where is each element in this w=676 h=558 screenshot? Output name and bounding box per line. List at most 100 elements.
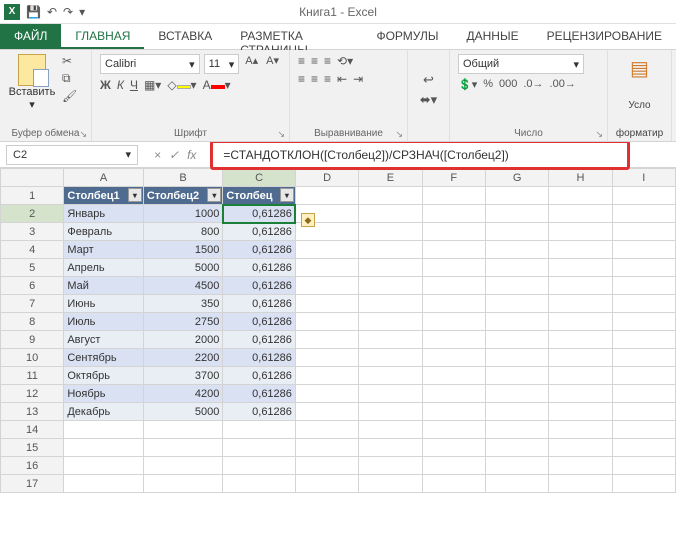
- cell[interactable]: [422, 259, 485, 277]
- cell[interactable]: [485, 331, 548, 349]
- cell[interactable]: 4500: [143, 277, 223, 295]
- cell[interactable]: 2000: [143, 331, 223, 349]
- cell[interactable]: [485, 241, 548, 259]
- cell[interactable]: 4200: [143, 385, 223, 403]
- cell[interactable]: [295, 457, 358, 475]
- merge-center-icon[interactable]: ⬌▾: [420, 92, 437, 108]
- row-header[interactable]: 10: [1, 349, 64, 367]
- row-header[interactable]: 8: [1, 313, 64, 331]
- cell[interactable]: [359, 223, 422, 241]
- cell[interactable]: 0,61286: [223, 295, 296, 313]
- cell[interactable]: 0,61286: [223, 349, 296, 367]
- cell[interactable]: [359, 349, 422, 367]
- cell[interactable]: [359, 331, 422, 349]
- cell[interactable]: [612, 439, 675, 457]
- paste-dropdown-icon[interactable]: ▾: [29, 98, 35, 111]
- row-header[interactable]: 11: [1, 367, 64, 385]
- number-launcher-icon[interactable]: ↘: [595, 129, 603, 140]
- cell[interactable]: [359, 421, 422, 439]
- cell[interactable]: [295, 421, 358, 439]
- cell[interactable]: 800: [143, 223, 223, 241]
- cell[interactable]: [422, 349, 485, 367]
- comma-format-icon[interactable]: 000: [499, 78, 517, 91]
- cell[interactable]: [295, 367, 358, 385]
- cell[interactable]: [612, 403, 675, 421]
- cell[interactable]: [612, 475, 675, 493]
- cell[interactable]: [223, 439, 296, 457]
- col-header-A[interactable]: A: [64, 169, 144, 187]
- selected-cell[interactable]: 0,61286: [223, 205, 296, 223]
- cell[interactable]: Декабрь: [64, 403, 144, 421]
- enter-formula-icon[interactable]: ✓: [169, 148, 179, 162]
- smart-tag-icon[interactable]: ◆: [301, 213, 315, 227]
- tab-formulas[interactable]: ФОРМУЛЫ: [362, 24, 452, 49]
- cell[interactable]: [295, 313, 358, 331]
- cell[interactable]: [64, 439, 144, 457]
- cell[interactable]: [64, 457, 144, 475]
- cell[interactable]: [422, 457, 485, 475]
- copy-icon[interactable]: ⧉: [62, 71, 77, 86]
- indent-increase-icon[interactable]: ⇥: [353, 72, 363, 86]
- cell[interactable]: Июнь: [64, 295, 144, 313]
- cell[interactable]: [549, 457, 612, 475]
- cell[interactable]: [143, 475, 223, 493]
- cell[interactable]: [485, 385, 548, 403]
- cell[interactable]: [612, 421, 675, 439]
- cell[interactable]: [612, 187, 675, 205]
- cell[interactable]: [549, 295, 612, 313]
- cell[interactable]: [485, 439, 548, 457]
- row-header[interactable]: 14: [1, 421, 64, 439]
- cell[interactable]: [485, 223, 548, 241]
- cell[interactable]: 0,61286: [223, 241, 296, 259]
- conditional-formatting-icon[interactable]: ▤: [626, 54, 654, 82]
- cell[interactable]: [422, 439, 485, 457]
- row-header[interactable]: 12: [1, 385, 64, 403]
- accounting-format-icon[interactable]: 💲▾: [458, 78, 477, 91]
- cell[interactable]: Апрель: [64, 259, 144, 277]
- underline-button[interactable]: Ч: [130, 78, 138, 92]
- row-header[interactable]: 1: [1, 187, 64, 205]
- cell[interactable]: [422, 313, 485, 331]
- orientation-icon[interactable]: ⟲▾: [337, 54, 353, 68]
- fill-color-button[interactable]: ◇▾: [167, 78, 196, 92]
- cell[interactable]: [422, 421, 485, 439]
- wrap-text-icon[interactable]: ↩: [423, 72, 434, 88]
- cell[interactable]: [422, 367, 485, 385]
- cell[interactable]: [359, 457, 422, 475]
- row-header[interactable]: 16: [1, 457, 64, 475]
- align-right-icon[interactable]: ≡: [324, 72, 331, 86]
- cell[interactable]: Март: [64, 241, 144, 259]
- cell[interactable]: [422, 403, 485, 421]
- cell[interactable]: [612, 241, 675, 259]
- cell[interactable]: [422, 205, 485, 223]
- cell[interactable]: Август: [64, 331, 144, 349]
- align-bottom-icon[interactable]: ≡: [324, 54, 331, 68]
- cell[interactable]: [422, 295, 485, 313]
- undo-icon[interactable]: ↶: [47, 5, 57, 19]
- cell[interactable]: [295, 439, 358, 457]
- cell[interactable]: [485, 403, 548, 421]
- qat-more-icon[interactable]: ▾: [79, 5, 85, 19]
- cell[interactable]: 0,61286: [223, 367, 296, 385]
- col-header-G[interactable]: G: [485, 169, 548, 187]
- font-color-button[interactable]: A▾: [203, 78, 231, 92]
- cell[interactable]: [295, 403, 358, 421]
- clipboard-launcher-icon[interactable]: ↘: [79, 129, 87, 140]
- redo-icon[interactable]: ↷: [63, 5, 73, 19]
- row-header[interactable]: 3: [1, 223, 64, 241]
- cell[interactable]: [549, 403, 612, 421]
- cell[interactable]: [143, 457, 223, 475]
- cell[interactable]: [612, 457, 675, 475]
- tab-insert[interactable]: ВСТАВКА: [144, 24, 226, 49]
- cell[interactable]: [485, 457, 548, 475]
- cell[interactable]: [422, 277, 485, 295]
- cell[interactable]: 0,61286: [223, 259, 296, 277]
- cell[interactable]: [549, 205, 612, 223]
- cell[interactable]: [612, 367, 675, 385]
- cell[interactable]: 0,61286: [223, 403, 296, 421]
- cell[interactable]: [549, 385, 612, 403]
- cell[interactable]: [143, 439, 223, 457]
- cell[interactable]: [359, 187, 422, 205]
- cell[interactable]: 0,61286: [223, 277, 296, 295]
- cell[interactable]: 5000: [143, 259, 223, 277]
